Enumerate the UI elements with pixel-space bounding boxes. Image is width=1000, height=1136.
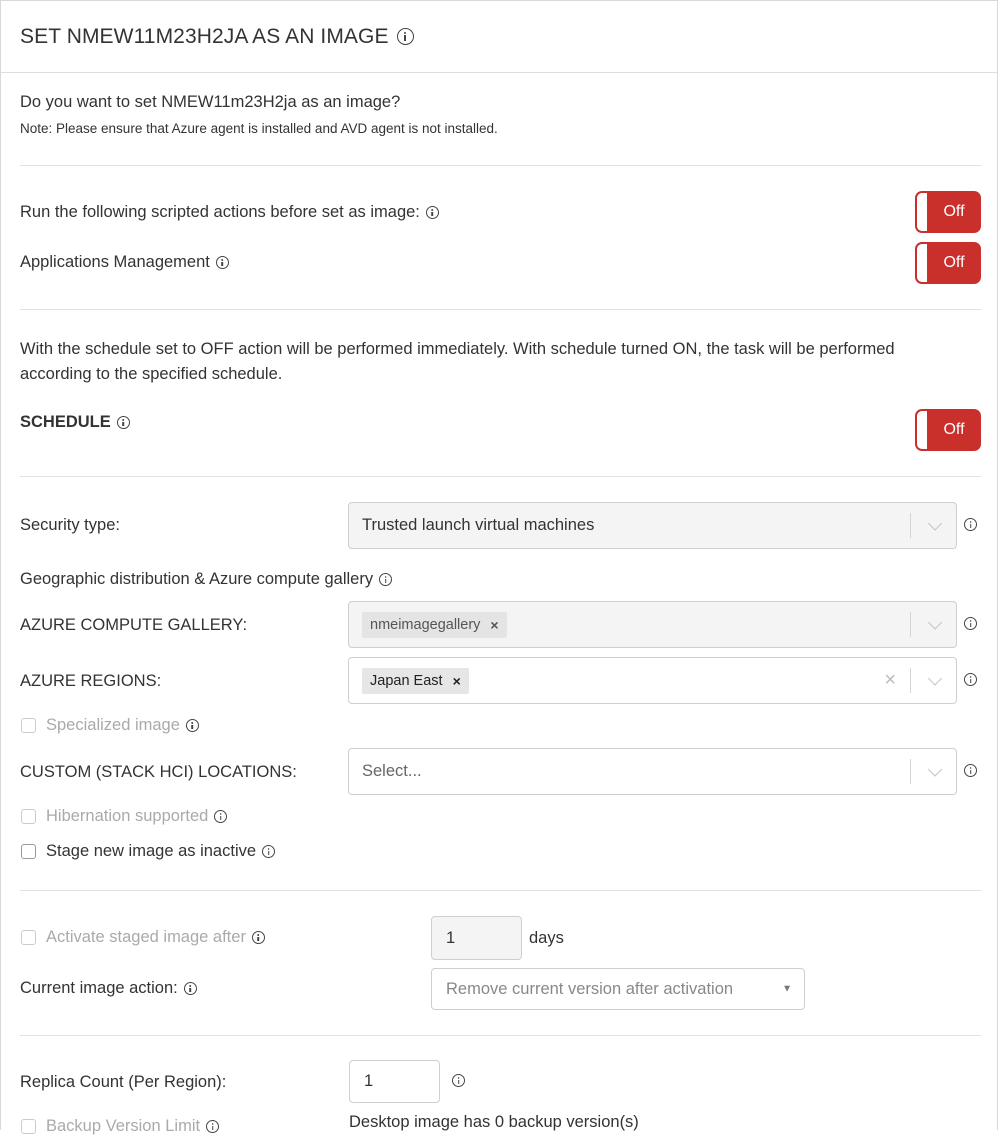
clear-icon[interactable]: × bbox=[884, 658, 896, 703]
schedule-toggle[interactable]: Off bbox=[915, 409, 981, 451]
scripted-actions-label: Run the following scripted actions befor… bbox=[20, 203, 439, 222]
toggle-state: Off bbox=[943, 203, 965, 220]
chevron-down-icon[interactable] bbox=[927, 670, 943, 686]
gallery-tag-label: nmeimagegallery bbox=[370, 617, 481, 633]
activate-after-label: Activate staged image after bbox=[46, 928, 265, 947]
specialized-image-checkbox[interactable] bbox=[21, 718, 36, 733]
gallery-label: AZURE COMPUTE GALLERY: bbox=[20, 616, 248, 634]
toggle-knob bbox=[917, 411, 927, 449]
hibernation-text: Hibernation supported bbox=[46, 807, 209, 825]
custom-locations-placeholder: Select... bbox=[362, 762, 422, 780]
backup-note: Desktop image has 0 backup version(s) bbox=[349, 1113, 639, 1131]
dropdown-arrow-icon[interactable]: ▼ bbox=[782, 984, 792, 995]
activate-after-checkbox[interactable] bbox=[21, 930, 36, 945]
schedule-description: With the schedule set to OFF action will… bbox=[20, 340, 895, 383]
chevron-down-icon[interactable] bbox=[927, 614, 943, 630]
hibernation-label: Hibernation supported bbox=[46, 807, 228, 826]
geo-label: Geographic distribution & Azure compute … bbox=[20, 570, 393, 589]
toggle-knob bbox=[917, 193, 927, 231]
divider bbox=[20, 476, 981, 477]
backup-limit-text: Backup Version Limit bbox=[46, 1117, 201, 1135]
region-tag-label: Japan East bbox=[370, 673, 443, 689]
current-action-text: Current image action: bbox=[20, 979, 178, 997]
applications-management-text: Applications Management bbox=[20, 253, 210, 271]
activate-after-text: Activate staged image after bbox=[46, 928, 246, 946]
replica-count-input[interactable]: 1 bbox=[349, 1060, 440, 1103]
divider bbox=[20, 890, 981, 891]
activate-after-unit: days bbox=[529, 929, 564, 947]
info-icon[interactable] bbox=[262, 845, 276, 859]
hibernation-checkbox[interactable] bbox=[21, 809, 36, 824]
info-icon[interactable] bbox=[452, 1074, 465, 1087]
info-icon[interactable] bbox=[183, 982, 197, 996]
backup-limit-label: Backup Version Limit bbox=[46, 1117, 220, 1136]
toggle-state: Off bbox=[943, 254, 965, 271]
activate-after-days-input[interactable]: 1 bbox=[431, 916, 522, 960]
stage-inactive-checkbox[interactable] bbox=[21, 844, 36, 859]
divider bbox=[20, 309, 981, 310]
divider bbox=[20, 1035, 981, 1036]
current-action-select[interactable]: Remove current version after activation … bbox=[431, 968, 805, 1010]
info-icon[interactable] bbox=[379, 573, 393, 587]
schedule-label: SCHEDULE bbox=[20, 413, 130, 432]
dialog-title: SET NMEW11M23H2JA AS AN IMAGE bbox=[20, 24, 389, 48]
info-icon[interactable] bbox=[396, 28, 414, 45]
specialized-image-label: Specialized image bbox=[46, 716, 199, 735]
stage-inactive-label: Stage new image as inactive bbox=[46, 842, 276, 861]
remove-icon[interactable]: × bbox=[490, 617, 498, 633]
chevron-down-icon[interactable] bbox=[927, 515, 943, 531]
geo-text: Geographic distribution & Azure compute … bbox=[20, 570, 374, 588]
set-as-image-dialog: SET NMEW11M23H2JA AS AN IMAGE Do you wan… bbox=[0, 0, 998, 1135]
security-type-value: Trusted launch virtual machines bbox=[362, 516, 595, 534]
regions-select[interactable]: Japan East × × bbox=[348, 657, 957, 704]
applications-management-toggle[interactable]: Off bbox=[915, 242, 981, 284]
remove-icon[interactable]: × bbox=[453, 673, 461, 689]
toggle-state: Off bbox=[943, 421, 965, 438]
info-icon[interactable] bbox=[206, 1120, 220, 1134]
info-icon[interactable] bbox=[425, 206, 439, 220]
intro-question: Do you want to set NMEW11m23H2ja as an i… bbox=[20, 93, 401, 111]
scripted-actions-text: Run the following scripted actions befor… bbox=[20, 203, 420, 221]
info-icon[interactable] bbox=[185, 719, 199, 733]
gallery-tag: nmeimagegallery × bbox=[362, 612, 507, 638]
select-separator bbox=[910, 513, 911, 538]
dialog-header: SET NMEW11M23H2JA AS AN IMAGE bbox=[1, 1, 997, 73]
security-type-label: Security type: bbox=[20, 516, 120, 534]
select-separator bbox=[910, 612, 911, 637]
security-type-select[interactable]: Trusted launch virtual machines bbox=[348, 502, 957, 549]
custom-locations-select[interactable]: Select... bbox=[348, 748, 957, 795]
info-icon[interactable] bbox=[214, 810, 228, 824]
stage-inactive-text: Stage new image as inactive bbox=[46, 842, 257, 860]
region-tag: Japan East × bbox=[362, 668, 469, 694]
info-icon[interactable] bbox=[964, 673, 977, 686]
schedule-text: SCHEDULE bbox=[20, 413, 111, 431]
toggle-knob bbox=[917, 244, 927, 282]
select-separator bbox=[910, 759, 911, 784]
info-icon[interactable] bbox=[215, 256, 229, 270]
custom-locations-label: CUSTOM (STACK HCI) LOCATIONS: bbox=[20, 763, 297, 781]
info-icon[interactable] bbox=[964, 617, 977, 630]
replica-count-label: Replica Count (Per Region): bbox=[20, 1073, 227, 1091]
specialized-image-text: Specialized image bbox=[46, 716, 180, 734]
scripted-actions-toggle[interactable]: Off bbox=[915, 191, 981, 233]
intro-note: Note: Please ensure that Azure agent is … bbox=[20, 121, 498, 136]
regions-label: AZURE REGIONS: bbox=[20, 672, 162, 690]
select-separator bbox=[910, 668, 911, 693]
divider bbox=[20, 165, 981, 166]
info-icon[interactable] bbox=[964, 518, 977, 531]
applications-management-label: Applications Management bbox=[20, 253, 229, 272]
current-action-label: Current image action: bbox=[20, 979, 197, 998]
gallery-select[interactable]: nmeimagegallery × bbox=[348, 601, 957, 648]
backup-limit-checkbox[interactable] bbox=[21, 1119, 36, 1134]
current-action-value: Remove current version after activation bbox=[446, 979, 734, 998]
info-icon[interactable] bbox=[964, 764, 977, 777]
info-icon[interactable] bbox=[116, 416, 130, 430]
chevron-down-icon[interactable] bbox=[927, 761, 943, 777]
info-icon[interactable] bbox=[251, 931, 265, 945]
